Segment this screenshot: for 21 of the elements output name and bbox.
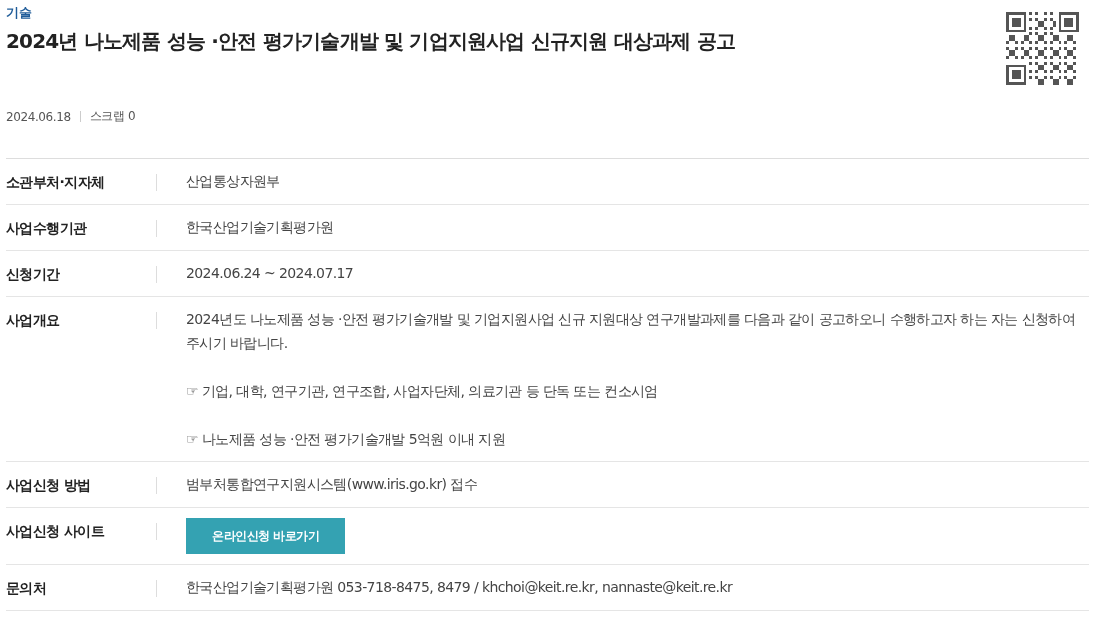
field-label: 사업개요 (6, 311, 61, 330)
field-paragraph: ☞ 나노제품 성능 ·안전 평가기술개발 5억원 이내 지원 (186, 430, 507, 449)
field-label: 문의처 (6, 579, 48, 598)
category-label: 기술 (6, 4, 33, 22)
qr-code-icon (1006, 12, 1079, 85)
field-label: 소관부처·지자체 (6, 173, 106, 192)
field-label: 사업신청 방법 (6, 476, 92, 495)
field-paragraph: 2024년도 나노제품 성능 ·안전 평가기술개발 및 기업지원사업 신규 지원대상 연구개발과제를 다음과 같이 공고하오니 수행하고자 하는 자는 신청하여 주시기 바랍니다. (186, 310, 1077, 353)
field-label: 사업신청 사이트 (6, 522, 106, 541)
scrap-count: 스크랩 0 (89, 108, 136, 125)
field-paragraph: ☞ 기업, 대학, 연구기관, 연구조합, 사업자단체, 의료기관 등 단독 또는 컨소시엄 (186, 382, 659, 401)
field-label: 신청기간 (6, 265, 61, 284)
field-value: 2024.06.24 ~ 2024.07.17 (186, 265, 354, 281)
post-date: 2024.06.18 (6, 109, 71, 124)
field-value: 한국산업기술기획평가원 053-718-8475, 8479 / khchoi@keit.re.kr, nannaste@keit.re.kr (186, 579, 733, 595)
apply-online-button[interactable]: 온라인신청 바로가기 (186, 518, 346, 554)
field-label: 사업수행기관 (6, 219, 88, 238)
field-value: 산업통상자원부 (186, 173, 280, 189)
notice-title: 2024년 나노제품 성능 ·안전 평가기술개발 및 기업지원사업 신규지원 대상과제 공고 (6, 28, 736, 55)
field-value: 범부처통합연구지원시스템(www.iris.go.kr) 접수 (186, 476, 478, 492)
field-value: 한국산업기술기획평가원 (186, 219, 334, 235)
